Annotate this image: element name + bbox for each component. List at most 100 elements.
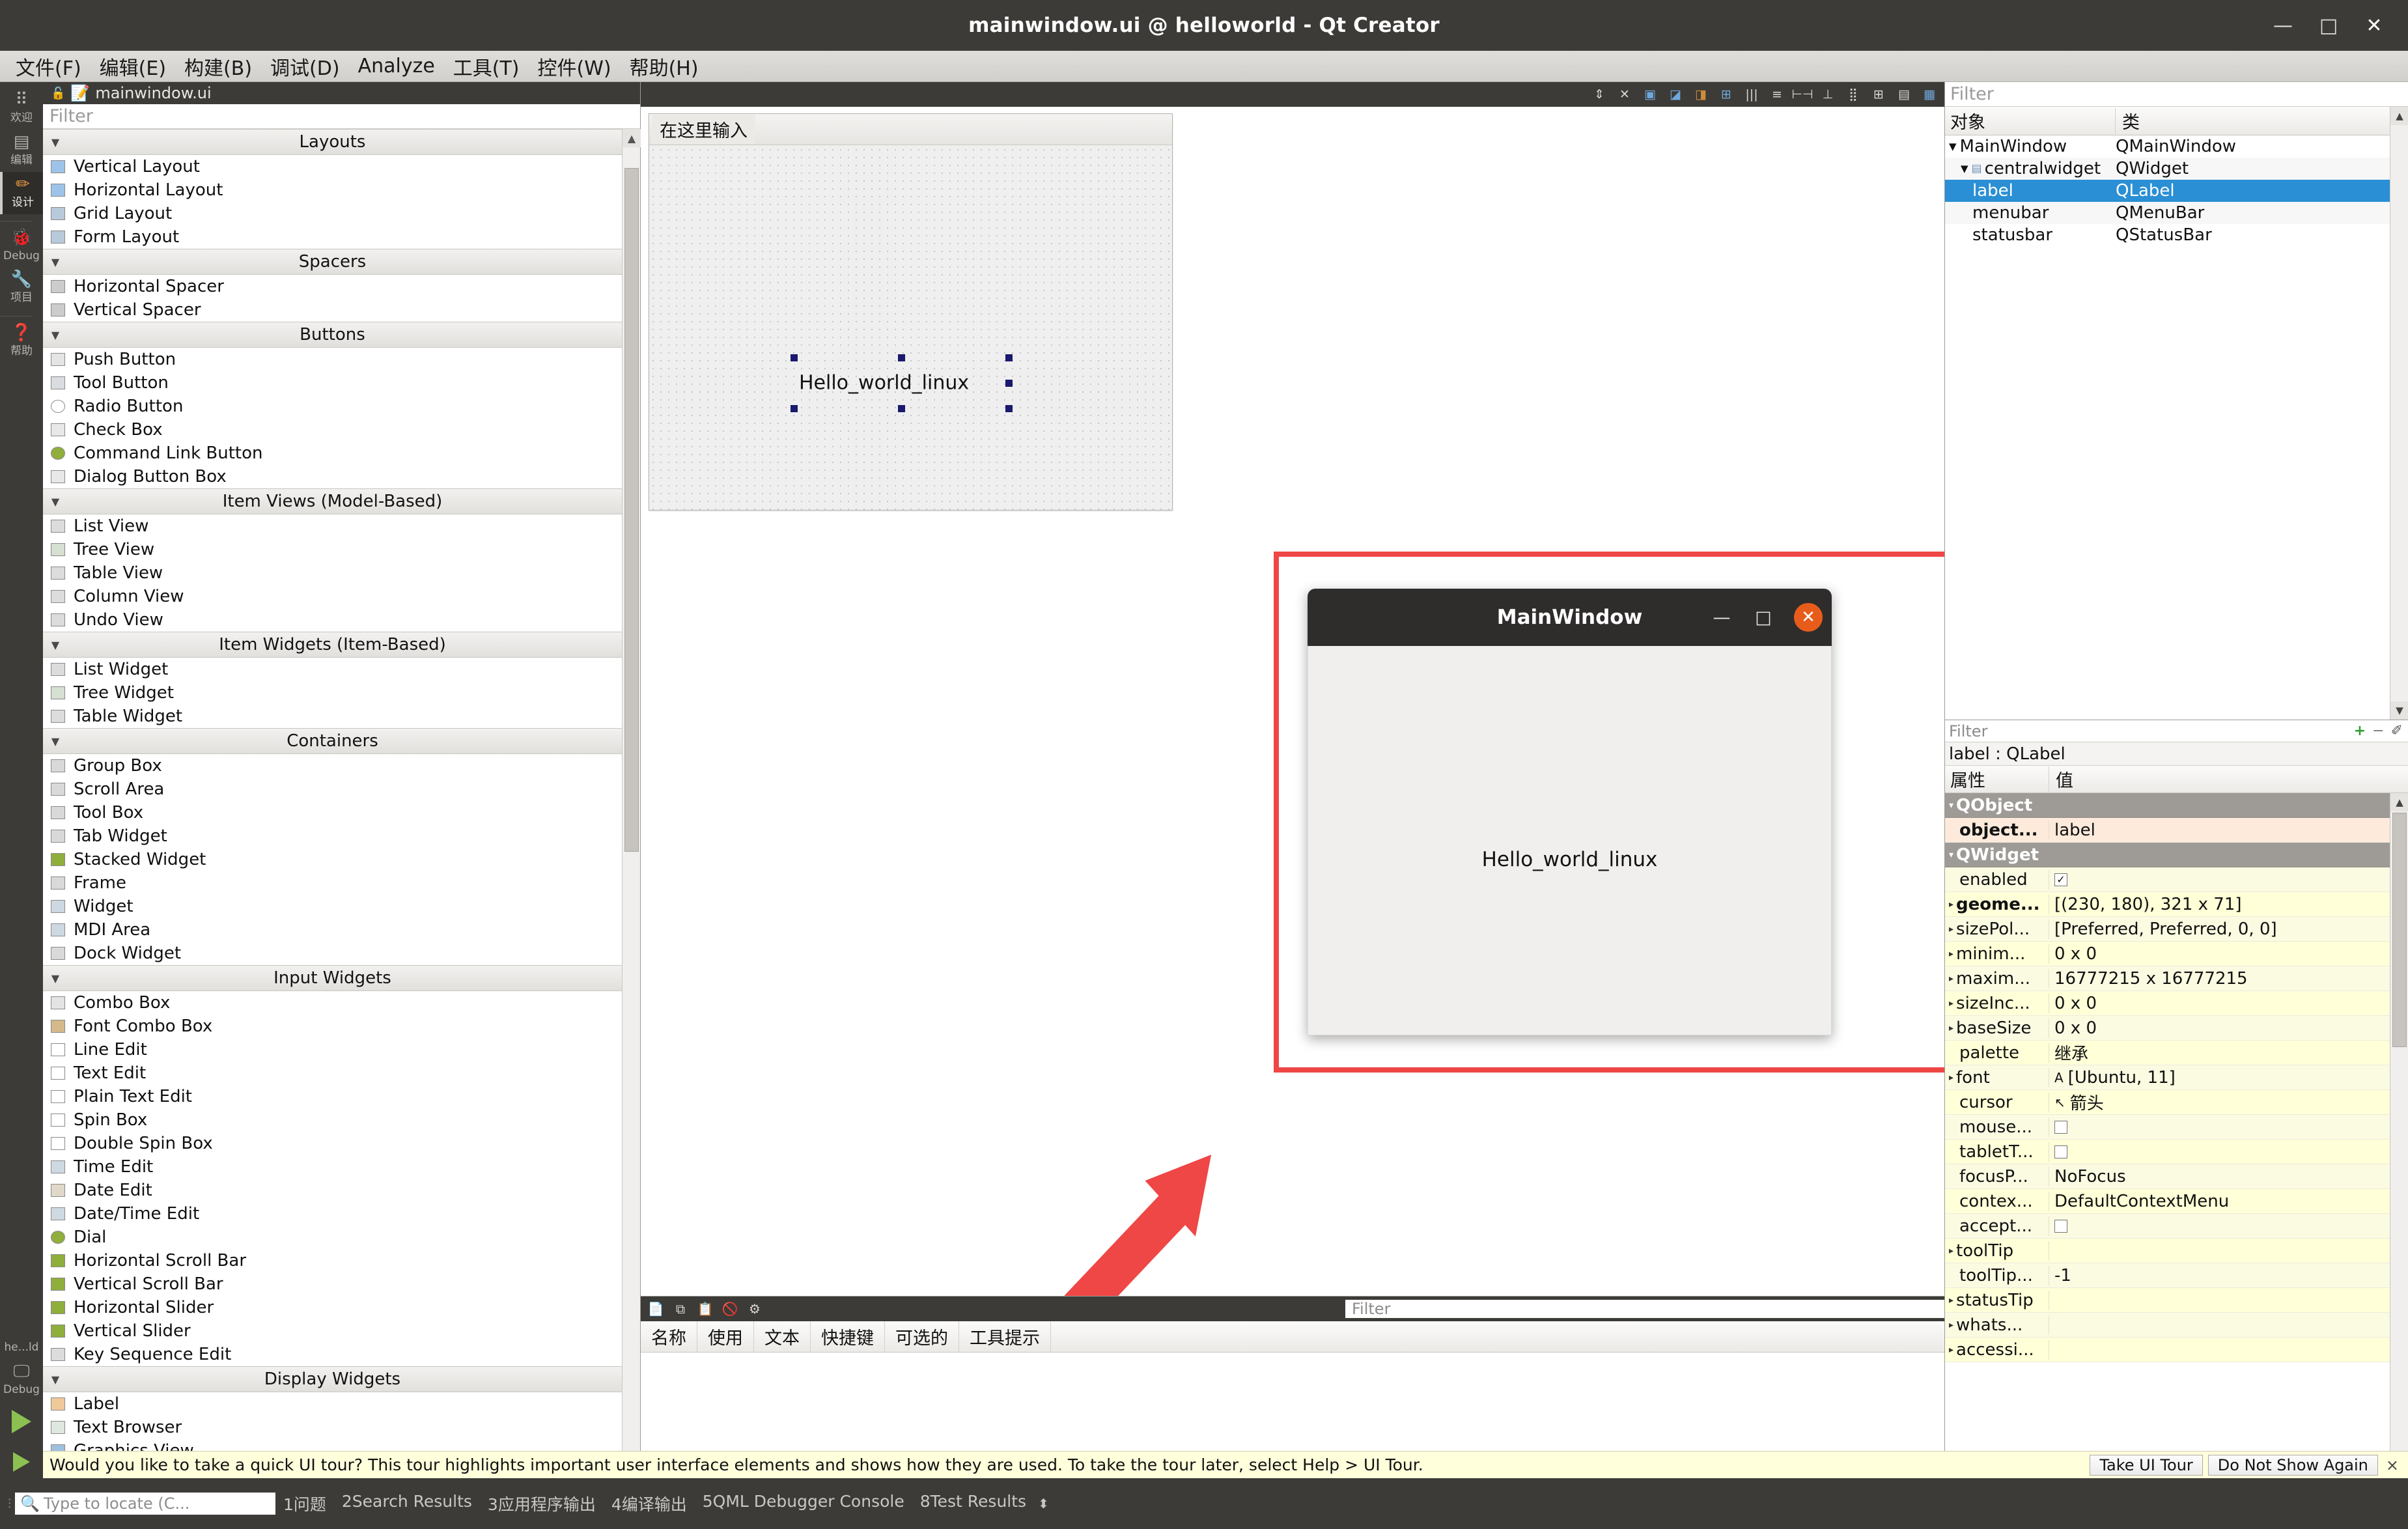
widget-item-double-spin-box[interactable]: Double Spin Box xyxy=(43,1132,622,1155)
widget-item-group-box[interactable]: Group Box xyxy=(43,754,622,778)
do-not-show-again-button[interactable]: Do Not Show Again xyxy=(2207,1454,2378,1476)
run-configuration-selector[interactable]: 🖵 Debug xyxy=(0,1359,43,1401)
kit-selector[interactable]: he...ld xyxy=(0,1338,43,1359)
menu-item-5[interactable]: 工具(T) xyxy=(444,51,529,82)
mode-item-document[interactable]: ▤ 编辑 xyxy=(0,130,43,172)
action-editor-filter[interactable]: Filter xyxy=(1345,1300,1944,1318)
widget-item-check-box[interactable]: Check Box xyxy=(43,418,622,442)
mode-item-bug[interactable]: 🐞 Debug xyxy=(0,225,43,268)
checkbox-unchecked-icon[interactable] xyxy=(2054,1120,2067,1134)
property-value-cell[interactable]: 0 x 0 xyxy=(2049,994,2390,1013)
widget-item-date-edit[interactable]: Date Edit xyxy=(43,1179,622,1202)
action-column-4[interactable]: 可选的 xyxy=(885,1321,959,1352)
delete-icon[interactable]: 🚫 xyxy=(721,1301,738,1317)
widget-item-tab-widget[interactable]: Tab Widget xyxy=(43,824,622,848)
menu-item-0[interactable]: 文件(F) xyxy=(7,51,91,82)
menu-item-6[interactable]: 控件(W) xyxy=(529,51,621,82)
new-action-icon[interactable]: 📄 xyxy=(647,1301,664,1317)
widget-item-dialog-button-box[interactable]: Dialog Button Box xyxy=(43,465,622,488)
resize-handle-nw[interactable] xyxy=(791,354,798,361)
close-icon[interactable]: ✕ xyxy=(2360,11,2388,40)
resize-handle-sw[interactable] xyxy=(791,405,798,412)
close-tour-bar-icon[interactable]: × xyxy=(2386,1456,2401,1474)
widget-section-input-widgets[interactable]: ▼ Input Widgets xyxy=(43,965,622,991)
expander-triangle-icon[interactable]: ▾ xyxy=(1949,850,1953,860)
widget-item-line-edit[interactable]: Line Edit xyxy=(43,1038,622,1061)
widget-item-vertical-scroll-bar[interactable]: Vertical Scroll Bar xyxy=(43,1272,622,1296)
property-value-cell[interactable]: 0 x 0 xyxy=(2049,944,2390,964)
widget-item-vertical-layout[interactable]: Vertical Layout xyxy=(43,155,622,178)
add-property-icon[interactable]: + xyxy=(2354,723,2366,739)
expander-triangle-icon[interactable]: ▸ xyxy=(1949,924,1953,934)
scroll-up-icon[interactable]: ▲ xyxy=(623,129,641,147)
property-row-tablett[interactable]: tabletT... xyxy=(1945,1140,2390,1164)
property-row-whats[interactable]: ▸ whats... xyxy=(1945,1313,2390,1338)
widget-box-scrollbar[interactable]: ▲ ▼ xyxy=(622,129,641,1529)
layout-grid-icon[interactable]: ⊞ xyxy=(1870,86,1887,103)
widget-item-form-layout[interactable]: Form Layout xyxy=(43,225,622,249)
locator-input[interactable]: 🔍 Type to locate (C... xyxy=(15,1493,275,1515)
expander-triangle-icon[interactable]: ▸ xyxy=(1949,1295,1953,1306)
property-row-sizeinc[interactable]: ▸ sizeInc... 0 x 0 xyxy=(1945,991,2390,1016)
adjust-size-icon[interactable]: ▦ xyxy=(1921,86,1938,103)
property-row-focusp[interactable]: focusP... NoFocus xyxy=(1945,1164,2390,1189)
widget-section-item-views-model-based[interactable]: ▼ Item Views (Model-Based) xyxy=(43,488,622,514)
widget-item-mdi-area[interactable]: MDI Area xyxy=(43,918,622,942)
property-row-accept[interactable]: accept... xyxy=(1945,1214,2390,1239)
property-row-palette[interactable]: palette 继承 xyxy=(1945,1041,2390,1065)
property-row-contex[interactable]: contex... DefaultContextMenu xyxy=(1945,1189,2390,1214)
expander-triangle-icon[interactable]: ▾ xyxy=(1949,800,1953,811)
preview-maximize-icon[interactable]: □ xyxy=(1752,606,1774,628)
property-value-cell[interactable] xyxy=(2049,1120,2390,1134)
widget-item-key-sequence-edit[interactable]: Key Sequence Edit xyxy=(43,1343,622,1366)
widget-item-date-time-edit[interactable]: Date/Time Edit xyxy=(43,1202,622,1226)
widget-item-command-link-button[interactable]: Command Link Button xyxy=(43,442,622,465)
property-value-cell[interactable]: 继承 xyxy=(2049,1041,2390,1065)
widget-item-column-view[interactable]: Column View xyxy=(43,585,622,608)
mode-item-grid[interactable]: ⠿ 欢迎 xyxy=(0,87,43,130)
layout-form-icon[interactable]: ⣿ xyxy=(1845,86,1862,103)
widget-item-text-edit[interactable]: Text Edit xyxy=(43,1061,622,1085)
layout-horizontally-icon[interactable]: ||| xyxy=(1743,86,1760,103)
property-row-qobject[interactable]: ▾ QObject xyxy=(1945,793,2390,818)
widget-item-dial[interactable]: Dial xyxy=(43,1226,622,1249)
copy-icon[interactable]: ⧉ xyxy=(672,1301,689,1317)
widget-item-combo-box[interactable]: Combo Box xyxy=(43,991,622,1015)
object-inspector-filter[interactable]: Filter xyxy=(1945,82,2408,107)
break-layout-icon[interactable]: ▤ xyxy=(1896,86,1912,103)
paste-icon[interactable]: 📋 xyxy=(697,1301,714,1317)
maximize-icon[interactable]: □ xyxy=(2314,11,2343,40)
checkbox-unchecked-icon[interactable] xyxy=(2054,1145,2067,1158)
resize-handle-e[interactable] xyxy=(1005,380,1013,387)
checkbox-unchecked-icon[interactable] xyxy=(2054,1219,2067,1233)
property-row-sizepol[interactable]: ▸ sizePol... [Preferred, Preferred, 0, 0] xyxy=(1945,917,2390,942)
widget-item-vertical-slider[interactable]: Vertical Slider xyxy=(43,1319,622,1343)
property-value-cell[interactable]: label xyxy=(2049,821,2390,840)
action-column-1[interactable]: 使用 xyxy=(697,1321,754,1352)
output-pane-4[interactable]: 5QML Debugger Console xyxy=(695,1492,912,1515)
property-value-cell[interactable] xyxy=(2049,1145,2390,1158)
property-value-cell[interactable]: ↖ 箭头 xyxy=(2049,1090,2390,1114)
property-row-cursor[interactable]: cursor ↖ 箭头 xyxy=(1945,1090,2390,1115)
property-row-basesize[interactable]: ▸ baseSize 0 x 0 xyxy=(1945,1016,2390,1041)
layout-splitter-v-icon[interactable]: ⊥ xyxy=(1819,86,1836,103)
expander-triangle-icon[interactable]: ▸ xyxy=(1949,1246,1953,1256)
layout-splitter-h-icon[interactable]: ⊢⊣ xyxy=(1791,86,1813,103)
output-pane-0[interactable]: 1问题 xyxy=(275,1492,334,1515)
preview-minimize-icon[interactable]: — xyxy=(1711,606,1733,628)
widget-item-tree-widget[interactable]: Tree Widget xyxy=(43,681,622,705)
expander-triangle-icon[interactable]: ▸ xyxy=(1949,1023,1953,1033)
widget-section-spacers[interactable]: ▼ Spacers xyxy=(43,249,622,275)
property-row-enabled[interactable]: enabled ✓ xyxy=(1945,867,2390,892)
widget-item-table-view[interactable]: Table View xyxy=(43,561,622,585)
widget-item-spin-box[interactable]: Spin Box xyxy=(43,1108,622,1132)
widget-item-horizontal-spacer[interactable]: Horizontal Spacer xyxy=(43,275,622,298)
widget-item-horizontal-layout[interactable]: Horizontal Layout xyxy=(43,178,622,202)
widget-section-display-widgets[interactable]: ▼ Display Widgets xyxy=(43,1366,622,1392)
widget-item-plain-text-edit[interactable]: Plain Text Edit xyxy=(43,1085,622,1108)
property-row-qwidget[interactable]: ▾ QWidget xyxy=(1945,843,2390,867)
widget-item-grid-layout[interactable]: Grid Layout xyxy=(43,202,622,225)
widget-item-list-view[interactable]: List View xyxy=(43,514,622,538)
expander-triangle-icon[interactable]: ▸ xyxy=(1949,899,1953,910)
widget-item-list-widget[interactable]: List Widget xyxy=(43,658,622,681)
